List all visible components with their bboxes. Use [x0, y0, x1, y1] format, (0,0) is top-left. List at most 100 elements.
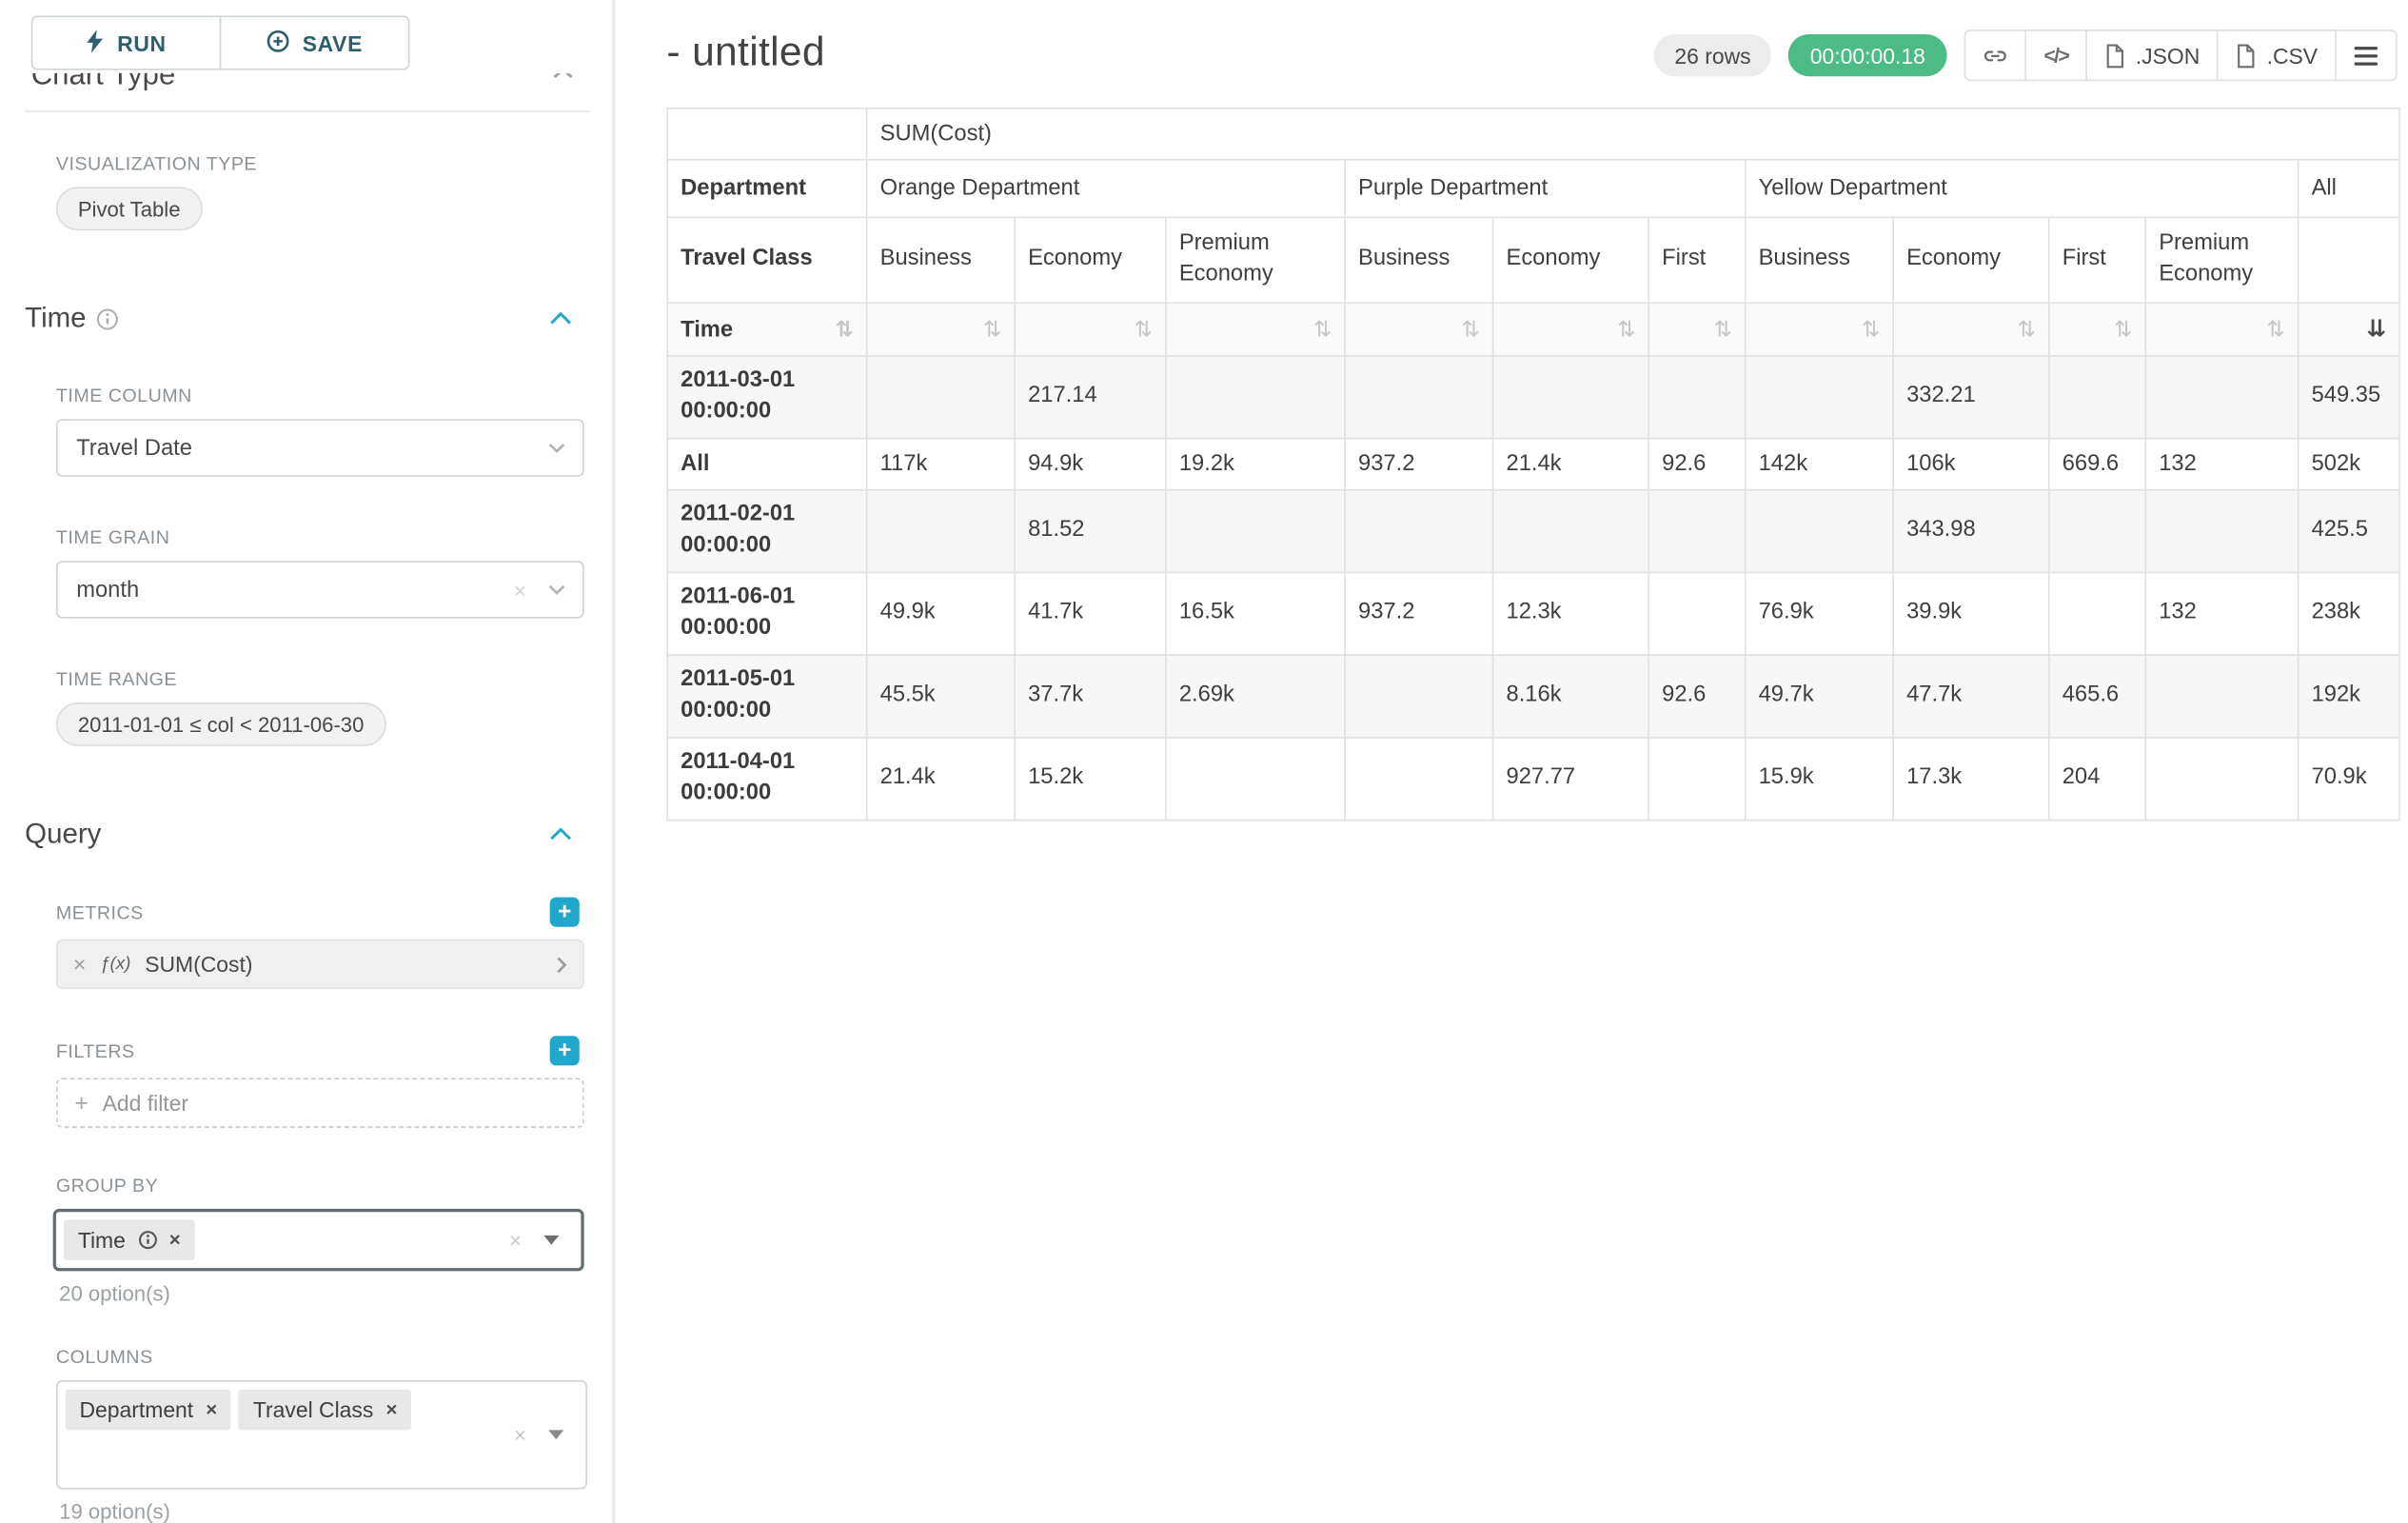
pivot-sort-header[interactable]: ⇅	[1015, 303, 1166, 356]
remove-tag-icon[interactable]: ×	[206, 1400, 217, 1419]
query-section-header[interactable]: Query	[25, 818, 584, 850]
pivot-sort-header[interactable]: ⇅	[1493, 303, 1649, 356]
sort-descending-icon[interactable]: ⇊	[2367, 318, 2387, 342]
clear-icon[interactable]: ×	[514, 1424, 526, 1446]
info-icon	[138, 1231, 157, 1250]
remove-metric-icon[interactable]: ×	[73, 954, 86, 976]
add-filter-button[interactable]: +	[550, 1036, 580, 1065]
sort-icon[interactable]: ⇅	[2018, 319, 2036, 341]
pivot-col-header: Economy	[1015, 217, 1166, 303]
add-metric-button[interactable]: +	[550, 898, 580, 927]
pivot-cell: 549.35	[2299, 356, 2399, 439]
pivot-cell	[1746, 490, 1893, 573]
plus-icon: +	[75, 1091, 89, 1115]
tag-label: Travel Class	[253, 1397, 373, 1422]
export-csv-button[interactable]: .CSV	[2217, 30, 2336, 81]
pivot-sort-header[interactable]: ⇅	[1746, 303, 1893, 356]
sort-icon[interactable]: ⇅	[1461, 319, 1479, 341]
sort-icon[interactable]: ⇅	[1135, 319, 1153, 341]
time-section-header[interactable]: Time	[25, 302, 584, 334]
pivot-sort-header[interactable]: ⇅	[1648, 303, 1745, 356]
pivot-cell	[1648, 356, 1745, 439]
sort-icon[interactable]: ⇅	[2267, 319, 2285, 341]
export-button-group: </> .JSON .CSV	[1964, 30, 2398, 81]
pivot-row-label: 2011-02-01 00:00:00	[667, 490, 866, 573]
add-filter-dropzone[interactable]: + Add filter	[56, 1078, 584, 1127]
sort-icon[interactable]: ⇅	[836, 319, 854, 341]
export-json-button[interactable]: .JSON	[2085, 30, 2218, 81]
pivot-table: SUM(Cost)DepartmentOrange DepartmentPurp…	[666, 108, 2399, 821]
sort-icon[interactable]: ⇅	[1862, 319, 1880, 341]
pivot-metric-header: SUM(Cost)	[867, 109, 2399, 160]
pivot-cell: 937.2	[1345, 572, 1492, 655]
pivot-row-label: 2011-03-01 00:00:00	[667, 356, 866, 439]
clear-icon[interactable]: ×	[509, 1229, 522, 1251]
pivot-cell: 39.9k	[1893, 572, 2049, 655]
copy-link-button[interactable]	[1964, 30, 2026, 81]
sort-icon[interactable]: ⇅	[1313, 319, 1332, 341]
pivot-cell	[1345, 356, 1492, 439]
pivot-cell	[2049, 490, 2145, 573]
selected-value-tag[interactable]: Department×	[66, 1390, 231, 1431]
pivot-row-label: 2011-06-01 00:00:00	[667, 572, 866, 655]
time-column-value: Travel Date	[76, 435, 192, 460]
time-grain-select[interactable]: month ×	[56, 561, 584, 619]
columns-select[interactable]: Department× Travel Class × ×	[56, 1380, 587, 1490]
pivot-row-dimension-header[interactable]: Time ⇅	[667, 303, 866, 356]
pivot-cell	[2145, 738, 2298, 821]
chevron-right-icon[interactable]	[556, 956, 566, 973]
pivot-sort-header[interactable]: ⇅	[1345, 303, 1492, 356]
time-column-select[interactable]: Travel Date	[56, 419, 584, 477]
run-button[interactable]: RUN	[31, 15, 222, 69]
collapse-section-icon[interactable]	[550, 827, 572, 841]
pivot-row-dimension-label: Time	[681, 317, 733, 342]
remove-tag-icon[interactable]: ×	[385, 1400, 397, 1419]
pivot-col-header: Business	[867, 217, 1015, 303]
pivot-sort-header[interactable]: ⇅	[1893, 303, 2049, 356]
chart-type-collapse-icon[interactable]	[553, 73, 575, 81]
group-by-select[interactable]: Time× ×	[53, 1209, 584, 1271]
sort-icon[interactable]: ⇅	[1714, 319, 1732, 341]
pivot-row-label: All	[667, 439, 866, 490]
embed-code-button[interactable]: </>	[2025, 30, 2087, 81]
time-range-value[interactable]: 2011-01-01 ≤ col < 2011-06-30	[56, 702, 385, 746]
more-options-button[interactable]	[2335, 30, 2397, 81]
time-range-label: TIME RANGE	[56, 668, 584, 690]
chart-title[interactable]: - untitled	[666, 28, 824, 76]
code-icon: </>	[2043, 44, 2068, 68]
pivot-sort-header[interactable]: ⇅	[2145, 303, 2298, 356]
pivot-cell	[2145, 490, 2298, 573]
pivot-cell	[2145, 356, 2298, 439]
collapse-section-icon[interactable]	[550, 311, 572, 326]
pivot-cell	[867, 490, 1015, 573]
sort-icon[interactable]: ⇅	[983, 319, 1001, 341]
sort-icon[interactable]: ⇅	[1617, 319, 1635, 341]
save-button[interactable]: SAVE	[220, 15, 410, 69]
pivot-col-header: Business	[1746, 217, 1893, 303]
save-button-label: SAVE	[303, 30, 363, 55]
pivot-cell: 106k	[1893, 439, 2049, 490]
remove-tag-icon[interactable]: ×	[169, 1230, 181, 1249]
pivot-sort-header[interactable]: ⇅	[867, 303, 1015, 356]
pivot-cell: 502k	[2299, 439, 2399, 490]
query-section-title: Query	[25, 818, 101, 850]
selected-value-tag[interactable]: Time×	[64, 1219, 194, 1260]
hamburger-menu-icon	[2354, 45, 2378, 67]
pivot-col-header: First	[1648, 217, 1745, 303]
pivot-cell: 92.6	[1648, 655, 1745, 738]
metric-name: SUM(Cost)	[145, 952, 252, 977]
pivot-sort-header[interactable]: ⇊	[2299, 303, 2399, 356]
pivot-cell	[1746, 356, 1893, 439]
metric-chip[interactable]: × ƒ(x) SUM(Cost)	[56, 940, 584, 989]
pivot-cell: 425.5	[2299, 490, 2399, 573]
sort-icon[interactable]: ⇅	[2114, 319, 2132, 341]
visualization-type-value[interactable]: Pivot Table	[56, 187, 202, 230]
pivot-cell: 15.2k	[1015, 738, 1166, 821]
pivot-sort-header[interactable]: ⇅	[2049, 303, 2145, 356]
pivot-cell: 2.69k	[1166, 655, 1345, 738]
clear-icon[interactable]: ×	[514, 579, 526, 601]
time-section-title: Time	[25, 302, 86, 334]
pivot-sort-header[interactable]: ⇅	[1166, 303, 1345, 356]
pivot-cell: 12.3k	[1493, 572, 1649, 655]
selected-value-tag[interactable]: Travel Class ×	[239, 1390, 411, 1431]
